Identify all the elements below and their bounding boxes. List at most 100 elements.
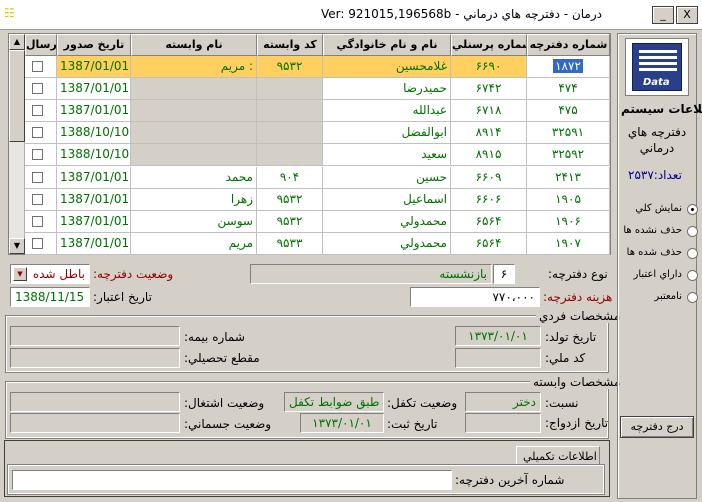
cell-dep-code[interactable]: ۹۵۳۳ <box>257 232 323 255</box>
cell-send[interactable] <box>25 78 57 101</box>
radio-button[interactable] <box>687 204 698 215</box>
cell-personnel[interactable]: ۶۶۰۹ <box>451 166 527 189</box>
cell-dep-name[interactable] <box>131 122 257 145</box>
scroll-down-button[interactable]: ▼ <box>9 238 25 254</box>
cell-personnel[interactable]: ۶۵۶۴ <box>451 210 527 233</box>
physical-field[interactable] <box>10 413 180 433</box>
col-date-header[interactable]: تاريخ صدور <box>57 34 131 56</box>
cell-date[interactable]: 1387/01/01 <box>57 78 131 101</box>
job-field[interactable] <box>10 392 180 412</box>
filter-radio-option[interactable]: نمايش كلي <box>620 202 698 218</box>
cell-date[interactable]: 1387/01/01 <box>57 232 131 255</box>
cell-dep-name[interactable]: محمد <box>131 166 257 189</box>
cell-name[interactable]: محمدولي <box>323 210 451 233</box>
cell-number[interactable]: ۲۴۱۳ <box>527 166 610 189</box>
cell-date[interactable]: 1387/01/01 <box>57 210 131 233</box>
send-checkbox[interactable] <box>32 193 43 205</box>
send-checkbox[interactable] <box>32 61 43 72</box>
birth-field[interactable]: ۱۳۷۳/۰۱/۰۱ <box>455 326 541 346</box>
cell-date[interactable]: 1388/10/10 <box>57 144 131 167</box>
send-checkbox[interactable] <box>32 127 43 139</box>
cell-dep-code[interactable] <box>257 100 323 123</box>
cell-number[interactable]: ۴۷۵ <box>527 100 610 123</box>
relation-field[interactable]: دختر <box>465 392 541 412</box>
send-checkbox[interactable] <box>32 237 43 249</box>
col-dep-code-header[interactable]: كد وابسته <box>257 34 323 56</box>
cell-send[interactable] <box>25 122 57 145</box>
radio-button[interactable] <box>687 292 698 303</box>
radio-button[interactable] <box>687 226 698 237</box>
cell-dep-code[interactable]: ۹۵۳۲ <box>257 188 323 211</box>
marriage-field[interactable] <box>465 413 541 433</box>
cell-name[interactable]: اسماعيل <box>323 188 451 211</box>
insurance-field[interactable] <box>10 326 180 346</box>
cell-number[interactable]: ۳۲۵۹۲ <box>527 144 610 167</box>
grid-scrollbar[interactable]: ▲ ▼ <box>9 34 25 254</box>
cell-personnel[interactable]: ۶۷۴۲ <box>451 78 527 101</box>
status-select[interactable]: باطل شده ▼ <box>10 264 90 284</box>
cell-dep-code[interactable] <box>257 122 323 145</box>
cell-send[interactable] <box>25 100 57 123</box>
cost-field[interactable]: ۷۷۰،۰۰۰ <box>410 287 540 307</box>
cell-dep-name[interactable] <box>131 144 257 167</box>
scroll-up-button[interactable]: ▲ <box>9 34 25 50</box>
cell-name[interactable]: محمدولي <box>323 232 451 255</box>
radio-button[interactable] <box>687 270 698 281</box>
cell-personnel[interactable]: ۸۹۱۵ <box>451 144 527 167</box>
type-code-field[interactable]: ۶ <box>493 264 515 284</box>
cell-dep-name[interactable] <box>131 100 257 123</box>
send-checkbox[interactable] <box>32 171 43 183</box>
cell-dep-code[interactable] <box>257 144 323 167</box>
validity-field[interactable]: 1388/11/15 <box>10 287 90 307</box>
cell-name[interactable]: سعيد <box>323 144 451 167</box>
cell-dep-code[interactable]: ۹۰۴ <box>257 166 323 189</box>
cell-send[interactable] <box>25 166 57 189</box>
cell-dep-code[interactable]: ۹۵۳۲ <box>257 56 323 78</box>
send-checkbox[interactable] <box>32 105 43 117</box>
cell-name[interactable]: حسين <box>323 166 451 189</box>
send-checkbox[interactable] <box>32 83 43 95</box>
close-button[interactable]: X <box>676 6 698 24</box>
cell-dep-code[interactable]: ۹۵۳۲ <box>257 210 323 233</box>
cell-number[interactable]: ۱۹۰۵ <box>527 188 610 211</box>
filter-radio-option[interactable]: داراي اعتبار <box>620 268 698 284</box>
cell-name[interactable]: عبدالله <box>323 100 451 123</box>
col-number-header[interactable]: شماره دفترچه <box>527 34 610 56</box>
cell-send[interactable] <box>25 210 57 233</box>
cell-date[interactable]: 1387/01/01 <box>57 188 131 211</box>
cell-dep-name[interactable]: مريم : <box>131 56 257 78</box>
filter-radio-option[interactable]: حذف شده ها <box>620 246 698 262</box>
scroll-thumb[interactable] <box>9 50 25 142</box>
cell-send[interactable] <box>25 188 57 211</box>
cell-number[interactable]: ۱۸۷۲ <box>527 56 610 78</box>
education-field[interactable] <box>10 348 180 368</box>
cell-personnel[interactable]: ۶۶۹۰ <box>451 56 527 78</box>
last-booklet-field[interactable] <box>12 470 452 490</box>
filter-radio-option[interactable]: نامعتبر <box>620 290 698 306</box>
cell-number[interactable]: ۱۹۰۷ <box>527 232 610 255</box>
type-value-field[interactable]: بازنشسته <box>250 264 492 284</box>
cell-number[interactable]: ۴۷۴ <box>527 78 610 101</box>
support-field[interactable]: طبق ضوابط تكفل <box>284 392 384 412</box>
cell-personnel[interactable]: ۶۵۶۴ <box>451 232 527 255</box>
cell-send[interactable] <box>25 56 57 78</box>
radio-button[interactable] <box>687 248 698 259</box>
col-dep-name-header[interactable]: نام وابسته <box>131 34 257 56</box>
cell-date[interactable]: 1388/10/10 <box>57 122 131 145</box>
col-personnel-header[interactable]: شماره پرسنلي <box>451 34 527 56</box>
cell-name[interactable]: حميدرضا <box>323 78 451 101</box>
cell-date[interactable]: 1387/01/01 <box>57 100 131 123</box>
cell-date[interactable]: 1387/01/01 <box>57 166 131 189</box>
send-checkbox[interactable] <box>32 215 43 227</box>
cell-dep-name[interactable]: زهرا <box>131 188 257 211</box>
filter-radio-option[interactable]: حذف نشده ها <box>620 224 698 240</box>
cell-dep-code[interactable] <box>257 78 323 101</box>
cell-number[interactable]: ۳۲۵۹۱ <box>527 122 610 145</box>
national-field[interactable] <box>455 348 541 368</box>
cell-name[interactable]: ابوالفضل <box>323 122 451 145</box>
chevron-down-icon[interactable]: ▼ <box>13 267 27 281</box>
cell-number[interactable]: ۱۹۰۶ <box>527 210 610 233</box>
cell-name[interactable]: غلامحسين <box>323 56 451 78</box>
cell-send[interactable] <box>25 144 57 167</box>
cell-send[interactable] <box>25 232 57 255</box>
